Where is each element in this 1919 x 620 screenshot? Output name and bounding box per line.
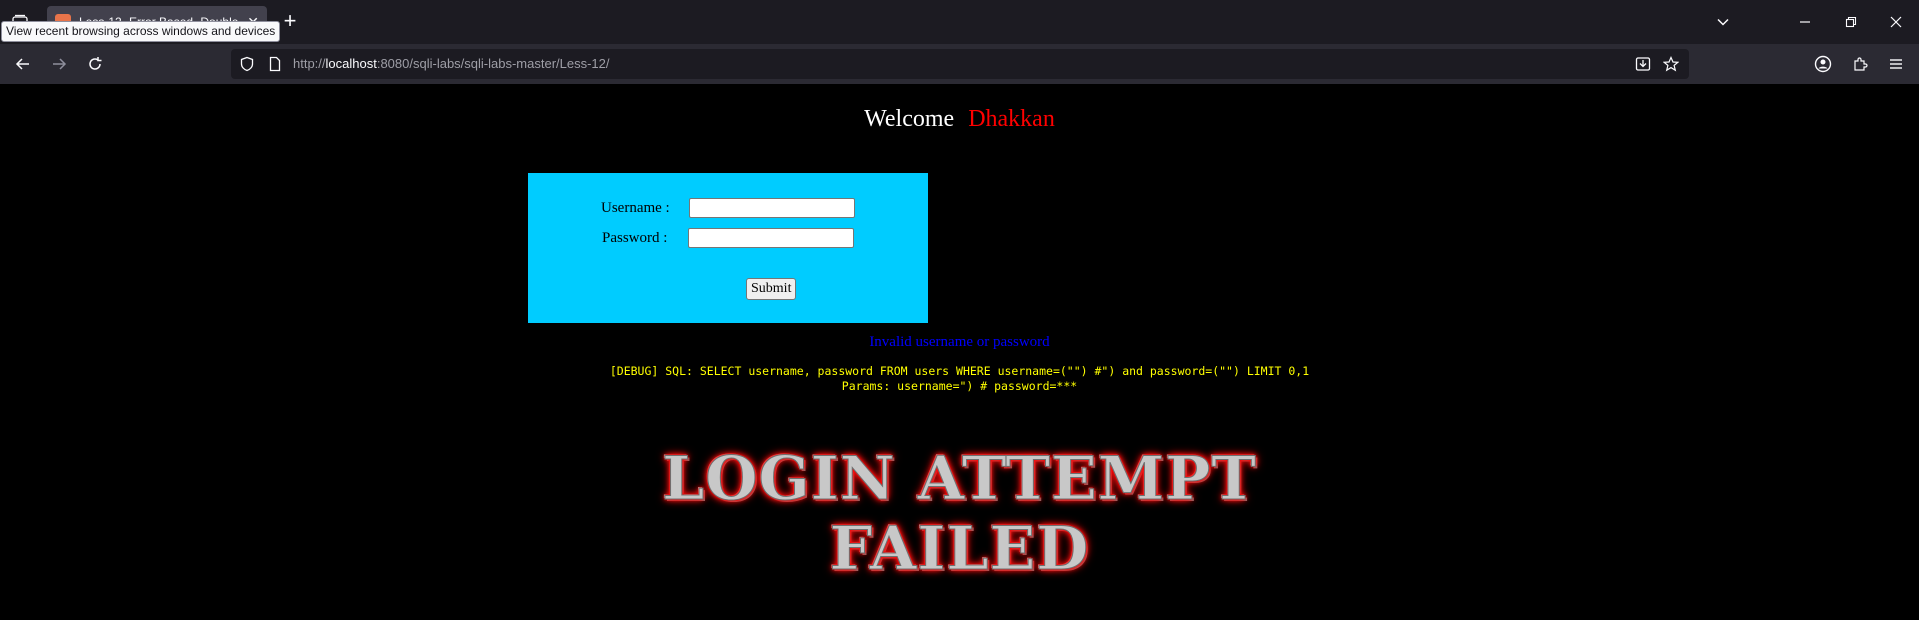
reload-icon	[89, 57, 102, 70]
tab-bar: Less-12- Error Based- Double ✕ + View re…	[0, 0, 1919, 44]
welcome-text: Welcome	[864, 106, 955, 132]
url-path: :8080/sqli-labs/sqli-labs-master/Less-12…	[376, 56, 610, 71]
restore-button[interactable]	[1836, 8, 1866, 36]
minimize-icon	[1800, 21, 1810, 23]
new-tab-button[interactable]: +	[278, 10, 302, 34]
debug-output: [DEBUG] SQL: SELECT username, password F…	[0, 364, 1919, 394]
debug-params: Params: username=") # password=***	[841, 379, 1078, 393]
page-content: Welcome Dhakkan Username : Password : Sub…	[0, 84, 1919, 620]
banner-line-1: LOGIN ATTEMPT	[662, 444, 1257, 515]
forward-button[interactable]	[45, 50, 73, 78]
back-button[interactable]	[9, 50, 37, 78]
welcome-heading: Welcome Dhakkan	[0, 106, 1919, 133]
account-button[interactable]	[1809, 50, 1837, 78]
password-label: Password :	[602, 230, 668, 246]
navigation-toolbar: http://localhost:8080/sqli-labs/sqli-lab…	[0, 44, 1919, 84]
url-host: localhost	[325, 56, 377, 71]
forward-arrow-icon	[53, 58, 67, 70]
bookmark-star-icon[interactable]	[1663, 56, 1679, 72]
chevron-down-icon	[1717, 18, 1729, 26]
extensions-button[interactable]	[1846, 50, 1874, 78]
restore-icon	[1845, 16, 1857, 28]
username-input[interactable]	[689, 198, 855, 218]
back-arrow-icon	[15, 58, 29, 70]
menu-button[interactable]	[1882, 50, 1910, 78]
username-label: Username :	[601, 200, 670, 216]
password-input[interactable]	[688, 228, 854, 248]
hamburger-menu-icon	[1890, 59, 1902, 69]
login-form: Username : Password : Submit	[528, 173, 928, 323]
page-icon[interactable]	[267, 56, 283, 72]
url-bar[interactable]: http://localhost:8080/sqli-labs/sqli-lab…	[231, 49, 1689, 79]
close-window-button[interactable]	[1881, 8, 1911, 36]
reload-button[interactable]	[81, 50, 109, 78]
list-all-tabs-button[interactable]	[1708, 8, 1738, 36]
tooltip: View recent browsing across windows and …	[1, 21, 281, 42]
puzzle-icon	[1854, 57, 1868, 71]
submit-button[interactable]: Submit	[746, 278, 797, 300]
debug-sql: [DEBUG] SQL: SELECT username, password F…	[609, 364, 1310, 378]
save-to-pocket-icon[interactable]	[1635, 56, 1651, 72]
url-text[interactable]: http://localhost:8080/sqli-labs/sqli-lab…	[293, 49, 610, 79]
url-prefix: http://	[293, 56, 326, 71]
minimize-button[interactable]	[1790, 8, 1820, 36]
account-icon	[1814, 55, 1832, 73]
error-message: Invalid username or password	[0, 334, 1919, 351]
login-failed-banner: LOGIN ATTEMPT FAILED	[0, 444, 1919, 585]
close-icon	[1890, 16, 1902, 28]
shield-icon[interactable]	[239, 56, 255, 72]
error-text: Invalid username or password	[869, 334, 1050, 350]
banner-line-2: FAILED	[829, 514, 1090, 585]
welcome-name: Dhakkan	[968, 106, 1055, 132]
